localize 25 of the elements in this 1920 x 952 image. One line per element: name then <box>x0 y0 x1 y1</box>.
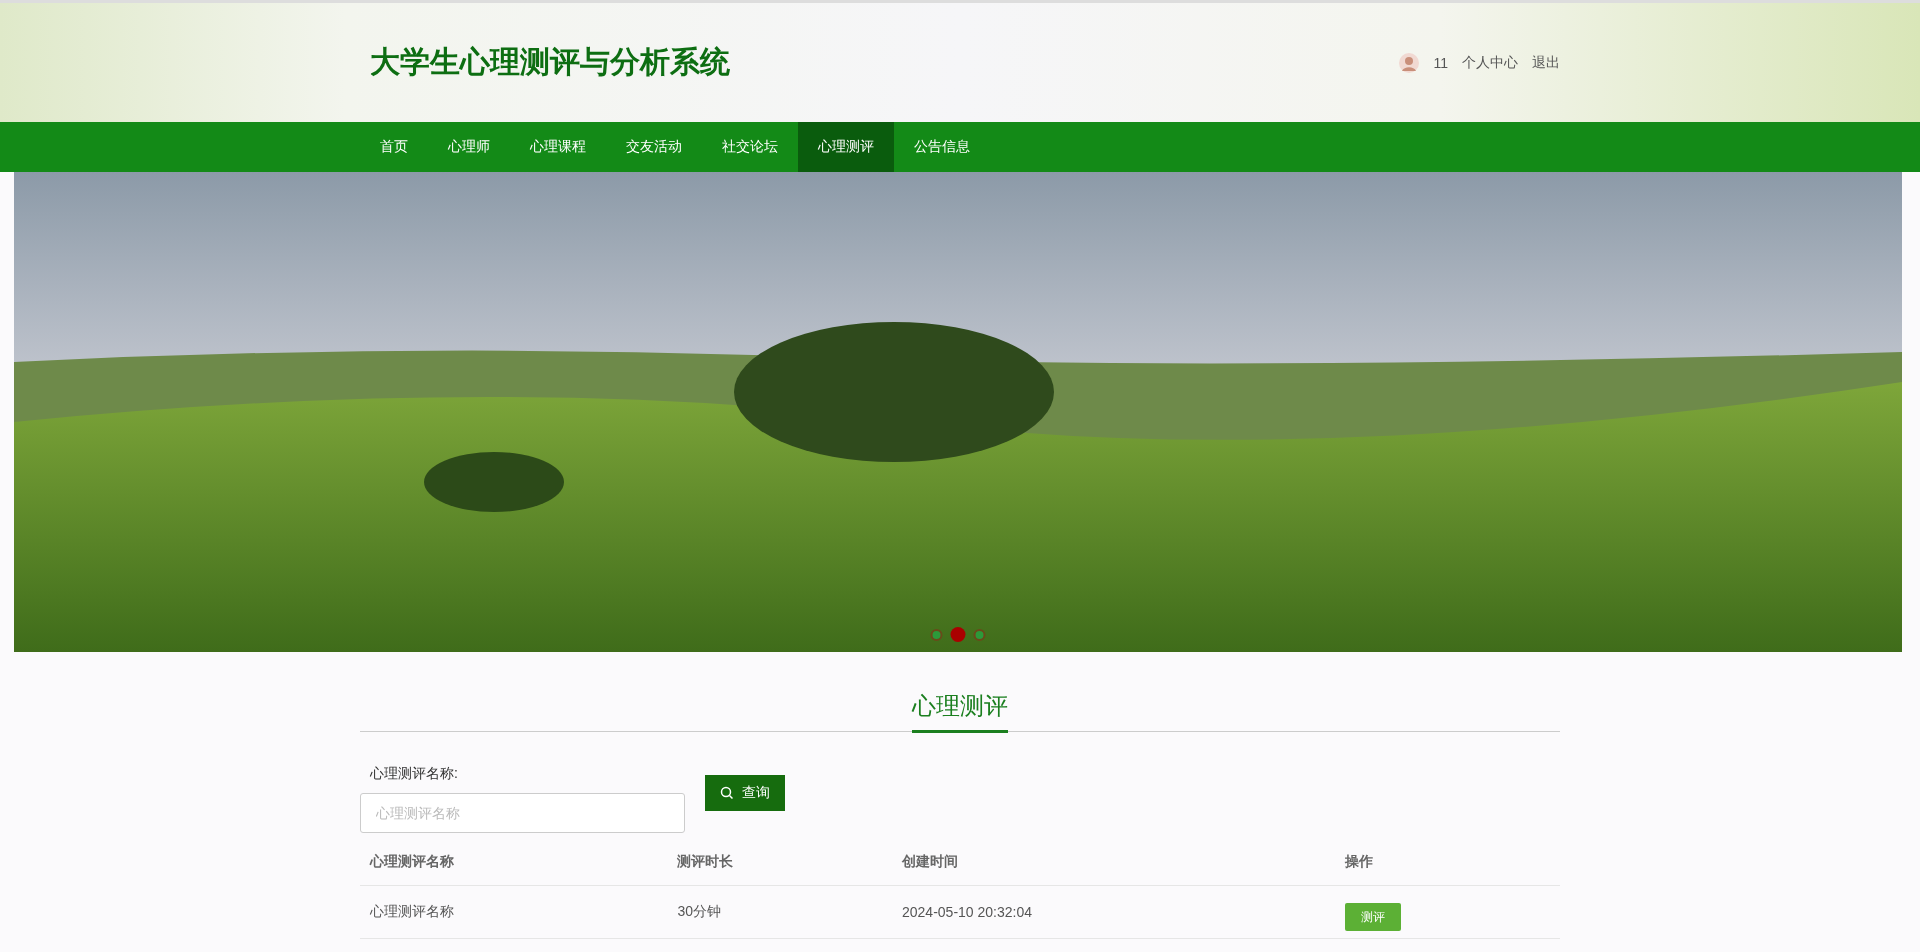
table-cell: 心理测评名称 <box>360 885 668 939</box>
search-button[interactable]: 查询 <box>705 775 785 811</box>
table-cell: 30分钟 <box>667 885 892 939</box>
nav-tab[interactable]: 首页 <box>360 122 428 172</box>
table-cell: 2024-05-10 20:32:04 <box>892 885 1336 939</box>
search-icon <box>720 786 734 800</box>
evaluate-button[interactable]: 测评 <box>1345 903 1402 931</box>
name-search-field[interactable]: 心理测评名称 <box>360 793 685 833</box>
field-label: 心理测评名称: <box>369 765 459 783</box>
column-header: 心理测评名称 <box>360 839 668 886</box>
nav-tab[interactable]: 社交论坛 <box>702 122 798 172</box>
nav-tab[interactable]: 公告信息 <box>894 122 990 172</box>
nav-tab[interactable]: 心理课程 <box>510 122 606 172</box>
column-header: 创建时间 <box>892 839 1336 886</box>
nav-tab[interactable]: 交友活动 <box>606 122 702 172</box>
section-title: 心理测评 <box>912 690 1008 733</box>
avatar-icon <box>1399 52 1420 73</box>
nav-tab[interactable]: 心理师 <box>428 122 510 172</box>
column-header: 测评时长 <box>667 839 892 886</box>
user-name: 11 <box>1433 54 1448 71</box>
site-title: 大学生心理测评与分析系统 <box>370 44 730 80</box>
profile-link[interactable]: 个人中心 <box>1462 53 1518 72</box>
logout-link[interactable]: 退出 <box>1532 53 1560 72</box>
nav-tab[interactable]: 心理测评 <box>798 122 894 172</box>
column-header: 操作 <box>1335 839 1560 886</box>
